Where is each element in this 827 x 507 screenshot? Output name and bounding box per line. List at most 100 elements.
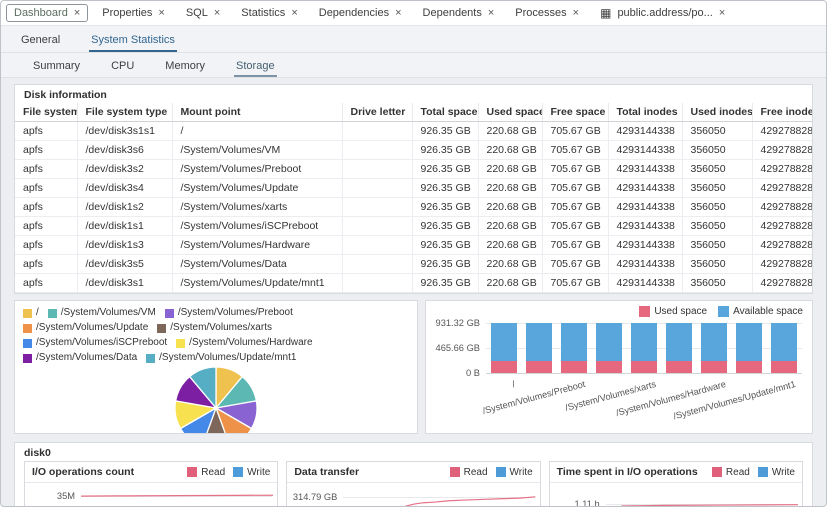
table-cell: 926.35 GB	[412, 255, 478, 274]
column-header: Free space	[542, 103, 608, 122]
table-cell: 4292788288	[752, 274, 812, 293]
table-cell	[342, 179, 412, 198]
table-cell: 4293144338	[608, 236, 682, 255]
legend-item: Available space	[718, 306, 803, 317]
table-cell: 926.35 GB	[412, 160, 478, 179]
stacked-bar	[491, 323, 517, 373]
table-cell: 4293144338	[608, 274, 682, 293]
tab-properties[interactable]: Properties ×	[95, 5, 172, 21]
tab-general[interactable]: General	[19, 29, 62, 52]
used-space-segment	[491, 361, 517, 373]
column-header: Total inodes	[608, 103, 682, 122]
legend-label: Write	[772, 467, 795, 478]
tab-processes[interactable]: Processes×	[508, 5, 586, 21]
table-cell: 4292788288	[752, 236, 812, 255]
table-cell: /dev/disk3s2	[77, 160, 172, 179]
line-chart-data-transfer: Data transferReadWrite314.79 GB	[286, 461, 540, 507]
legend-item: /System/Volumes/xarts	[157, 321, 272, 335]
table-cell: 705.67 GB	[542, 160, 608, 179]
tab-statistics[interactable]: Statistics ×	[234, 5, 304, 21]
used-space-pie-panel: //System/Volumes/VM/System/Volumes/Prebo…	[14, 300, 418, 434]
table-cell: 926.35 GB	[412, 217, 478, 236]
close-icon[interactable]: ×	[488, 8, 494, 18]
table-row: apfs/dev/disk1s1/System/Volumes/iSCPrebo…	[15, 217, 812, 236]
stacked-bar	[526, 323, 552, 373]
stacked-bar	[736, 323, 762, 373]
available-space-segment	[526, 323, 552, 361]
legend-swatch	[712, 467, 722, 477]
table-cell: 4292788288	[752, 198, 812, 217]
table-row: apfs/dev/disk1s2/System/Volumes/xarts926…	[15, 198, 812, 217]
used-space-segment	[736, 361, 762, 373]
tab-summary[interactable]: Summary	[31, 56, 82, 77]
line-chart-legend: ReadWrite	[712, 467, 795, 478]
table-cell: /dev/disk3s1	[77, 274, 172, 293]
tab-memory[interactable]: Memory	[163, 56, 207, 77]
close-icon[interactable]: ×	[573, 8, 579, 18]
stacked-bar	[561, 323, 587, 373]
table-cell: 705.67 GB	[542, 236, 608, 255]
tab-label: Statistics	[241, 7, 285, 19]
table-cell	[342, 122, 412, 141]
storage-content: Disk information File systemFile system …	[1, 78, 826, 507]
table-cell: apfs	[15, 217, 77, 236]
tab-public-address-po-[interactable]: ▦ public.address/po... ×	[593, 5, 732, 21]
table-cell	[342, 274, 412, 293]
stacked-bar	[666, 323, 692, 373]
tab-sql[interactable]: SQL ×	[179, 5, 227, 21]
legend-label: Read	[464, 467, 488, 478]
line-chart-svg	[81, 483, 273, 507]
tab-label: Dashboard	[14, 7, 68, 19]
tab-dashboard[interactable]: Dashboard ×	[6, 4, 88, 22]
line-chart-title: Data transfer	[294, 466, 359, 478]
table-cell: 705.67 GB	[542, 255, 608, 274]
tab-dependents[interactable]: Dependents×	[416, 5, 502, 21]
disk0-charts: I/O operations countReadWrite35M30MData …	[15, 461, 812, 507]
close-icon[interactable]: ×	[719, 8, 725, 18]
tab-label: Dependencies	[319, 7, 389, 19]
table-cell: 220.68 GB	[478, 160, 542, 179]
tab-system-statistics[interactable]: System Statistics	[89, 29, 177, 52]
table-grid-icon: ▦	[600, 8, 611, 18]
legend-swatch	[23, 354, 32, 363]
table-row: apfs/dev/disk3s5/System/Volumes/Data926.…	[15, 255, 812, 274]
series-read	[343, 497, 535, 507]
table-row: apfs/dev/disk3s6/System/Volumes/VM926.35…	[15, 141, 812, 160]
table-cell: /System/Volumes/Data	[172, 255, 342, 274]
legend-label: /System/Volumes/Hardware	[189, 336, 312, 350]
table-cell: /dev/disk3s5	[77, 255, 172, 274]
close-icon[interactable]: ×	[214, 8, 220, 18]
tab-label: SQL	[186, 7, 208, 19]
table-cell: 356050	[682, 122, 752, 141]
table-cell: /dev/disk1s3	[77, 236, 172, 255]
legend-label: Write	[510, 467, 533, 478]
legend-label: /System/Volumes/Preboot	[178, 306, 293, 320]
table-cell: 705.67 GB	[542, 122, 608, 141]
table-cell: /dev/disk3s4	[77, 179, 172, 198]
disk-information-panel: Disk information File systemFile system …	[14, 84, 813, 294]
main-tabbar: Dashboard×Properties×SQL×Statistics×Depe…	[1, 1, 826, 26]
close-icon[interactable]: ×	[158, 8, 164, 18]
table-cell: /dev/disk1s1	[77, 217, 172, 236]
table-cell: 705.67 GB	[542, 141, 608, 160]
close-icon[interactable]: ×	[291, 8, 297, 18]
legend-item: /	[23, 306, 39, 320]
legend-label: Used space	[654, 306, 707, 317]
line-chart-header: Time spent in I/O operationsReadWrite	[550, 462, 802, 483]
tab-label: Properties	[102, 7, 152, 19]
legend-label: /System/Volumes/xarts	[170, 321, 272, 335]
tab-storage[interactable]: Storage	[234, 56, 277, 77]
close-icon[interactable]: ×	[74, 8, 80, 18]
table-cell: 356050	[682, 236, 752, 255]
tab-cpu[interactable]: CPU	[109, 56, 136, 77]
tab-label: public.address/po...	[617, 7, 712, 19]
column-header: Used inodes	[682, 103, 752, 122]
x-axis-tick: /	[511, 379, 516, 389]
table-header-row: File systemFile system typeMount pointDr…	[15, 103, 812, 122]
tab-dependencies[interactable]: Dependencies ×	[312, 5, 409, 21]
used-space-segment	[596, 361, 622, 373]
table-cell: 926.35 GB	[412, 198, 478, 217]
close-icon[interactable]: ×	[395, 8, 401, 18]
table-cell: 220.68 GB	[478, 179, 542, 198]
table-cell: /	[172, 122, 342, 141]
